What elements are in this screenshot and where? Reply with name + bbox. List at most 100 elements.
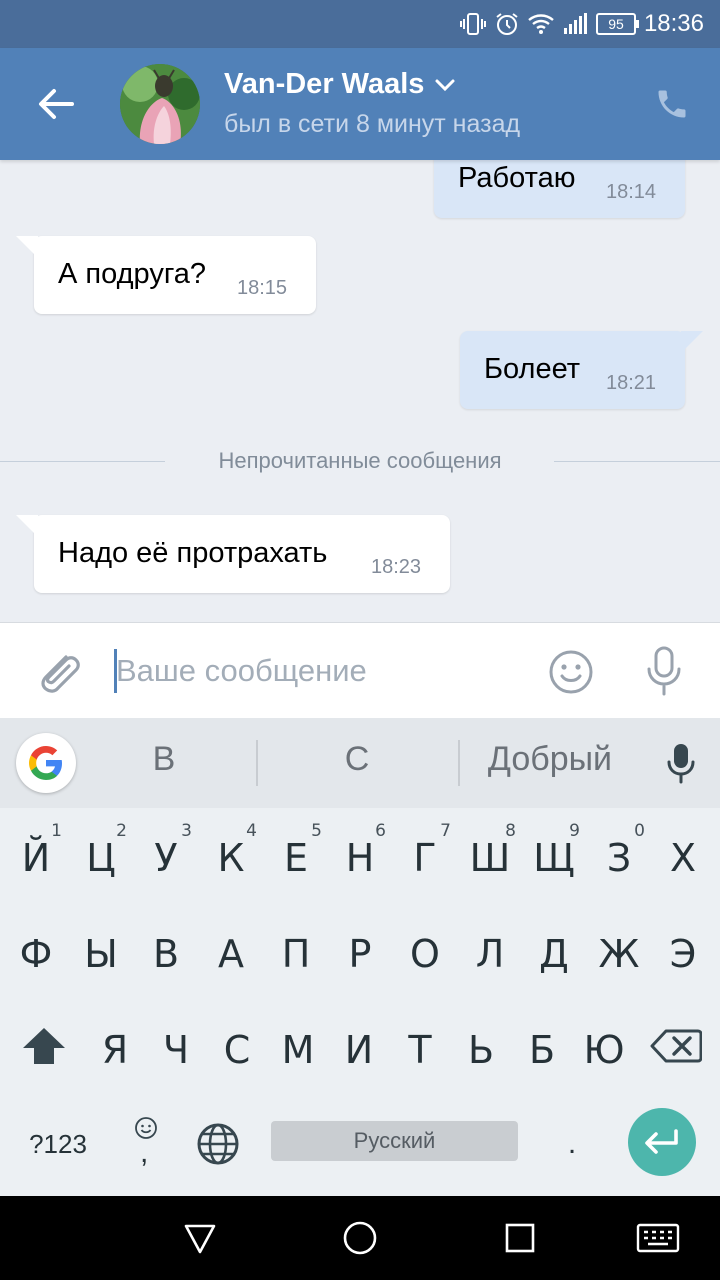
key[interactable]: Г7 <box>393 816 457 900</box>
suggestion-item[interactable]: С <box>292 740 422 779</box>
key[interactable]: К4 <box>199 816 263 900</box>
smiley-icon <box>549 650 593 694</box>
key[interactable]: А <box>199 912 263 996</box>
recents-square-icon <box>505 1223 535 1253</box>
key[interactable]: М <box>266 1008 330 1092</box>
call-button[interactable] <box>650 82 694 126</box>
key-label: Ь <box>467 1028 495 1072</box>
google-logo-icon <box>29 746 62 780</box>
key[interactable]: Ч <box>144 1008 208 1092</box>
key[interactable]: Ю <box>572 1008 636 1092</box>
home-circle-icon <box>343 1221 377 1255</box>
key-hint: 6 <box>375 821 386 841</box>
nav-back-button[interactable] <box>178 1216 222 1260</box>
emoji-comma-key[interactable]: , <box>122 1102 170 1186</box>
key[interactable]: Р <box>328 912 392 996</box>
key[interactable]: Ь <box>449 1008 513 1092</box>
key[interactable]: Й1 <box>4 816 68 900</box>
contact-name-label: Van-Der Waals <box>224 68 425 100</box>
bubble-tail <box>16 515 38 537</box>
microphone-icon <box>647 646 681 696</box>
key-hint: 1 <box>51 821 62 841</box>
microphone-icon <box>667 744 695 784</box>
shift-key[interactable] <box>12 1004 76 1088</box>
key[interactable]: Х <box>651 816 715 900</box>
nav-recents-button[interactable] <box>498 1216 542 1260</box>
key-label: Ю <box>583 1028 625 1072</box>
key[interactable]: Ф <box>4 912 68 996</box>
key-hint: 4 <box>246 821 257 841</box>
key[interactable]: Ш8 <box>458 816 522 900</box>
on-screen-keyboard: В С Добрый Й1 Ц2 У3 К4 Е5 Н6 Г7 Ш8 Щ9 З0… <box>0 718 720 1196</box>
enter-key[interactable] <box>628 1108 696 1176</box>
key[interactable]: Я <box>83 1008 147 1092</box>
avatar[interactable] <box>120 64 200 144</box>
status-bar: 95 18:36 <box>0 0 720 48</box>
message-bubble-incoming[interactable]: Надо её протрахать 18:23 <box>16 515 450 593</box>
key[interactable]: П <box>264 912 328 996</box>
space-key[interactable]: Русский <box>271 1121 518 1161</box>
key[interactable]: С <box>205 1008 269 1092</box>
key[interactable]: Щ9 <box>522 816 586 900</box>
suggestion-item[interactable]: Добрый <box>470 740 630 779</box>
period-key[interactable]: . <box>540 1102 604 1186</box>
nav-home-button[interactable] <box>338 1216 382 1260</box>
key[interactable]: Л <box>458 912 522 996</box>
system-nav-bar <box>0 1196 720 1280</box>
key[interactable]: Т <box>388 1008 452 1092</box>
key-hint: 0 <box>634 821 645 841</box>
key-label: Э <box>669 932 697 976</box>
key-label: С <box>223 1028 251 1072</box>
message-bubble-incoming[interactable]: А подруга? 18:15 <box>16 236 316 314</box>
key-hint: 5 <box>311 821 322 841</box>
status-icons: 95 <box>460 10 639 38</box>
message-time: 18:21 <box>606 372 657 394</box>
attach-button[interactable] <box>32 645 84 697</box>
key[interactable]: Б <box>510 1008 574 1092</box>
key-label: П <box>281 932 311 976</box>
key[interactable]: У3 <box>134 816 198 900</box>
message-bubble-outgoing[interactable]: Работаю 18:14 <box>434 160 685 218</box>
suggestion-divider <box>458 740 460 786</box>
nav-keyboard-button[interactable] <box>636 1216 680 1260</box>
numbers-key[interactable]: ?123 <box>14 1102 102 1186</box>
contact-name[interactable]: Van-Der Waals <box>224 68 456 101</box>
chat-header: Van-Der Waals был в сети 8 минут назад <box>0 48 720 160</box>
key-label: Ч <box>162 1028 190 1072</box>
suggestion-item[interactable]: В <box>100 740 228 779</box>
key[interactable]: З0 <box>587 816 651 900</box>
key[interactable]: О <box>393 912 457 996</box>
vibrate-icon <box>460 11 486 37</box>
key[interactable]: И <box>327 1008 391 1092</box>
arrow-left-icon <box>39 89 74 119</box>
divider-line <box>554 461 720 462</box>
backspace-key[interactable] <box>644 1004 708 1088</box>
voice-message-button[interactable] <box>642 645 686 697</box>
key[interactable]: В <box>134 912 198 996</box>
emoji-button[interactable] <box>548 649 594 695</box>
key[interactable]: Ц2 <box>69 816 133 900</box>
language-key[interactable] <box>188 1102 248 1186</box>
message-time: 18:14 <box>606 181 657 203</box>
key-label: Д <box>539 932 569 976</box>
google-search-button[interactable] <box>16 733 76 793</box>
back-button[interactable] <box>30 78 82 130</box>
key[interactable]: Е5 <box>264 816 328 900</box>
key[interactable]: Н6 <box>328 816 392 900</box>
message-input[interactable] <box>112 647 522 695</box>
key[interactable]: Ж <box>587 912 651 996</box>
enter-arrow-icon <box>645 1129 678 1154</box>
alarm-icon <box>494 11 520 37</box>
paperclip-icon <box>41 655 80 693</box>
key-label: Ж <box>598 932 640 976</box>
keyboard-voice-button[interactable] <box>664 742 698 786</box>
message-time: 18:15 <box>237 277 288 299</box>
key[interactable]: Д <box>522 912 586 996</box>
message-list[interactable]: Работаю 18:14 А подруга? 18:15 Болеет 18… <box>0 160 720 622</box>
key-hint: 7 <box>440 821 451 841</box>
key[interactable]: Э <box>651 912 715 996</box>
message-time: 18:23 <box>371 556 422 578</box>
keyboard-icon <box>636 1223 680 1253</box>
message-bubble-outgoing[interactable]: Болеет 18:21 <box>460 331 703 409</box>
key[interactable]: Ы <box>69 912 133 996</box>
